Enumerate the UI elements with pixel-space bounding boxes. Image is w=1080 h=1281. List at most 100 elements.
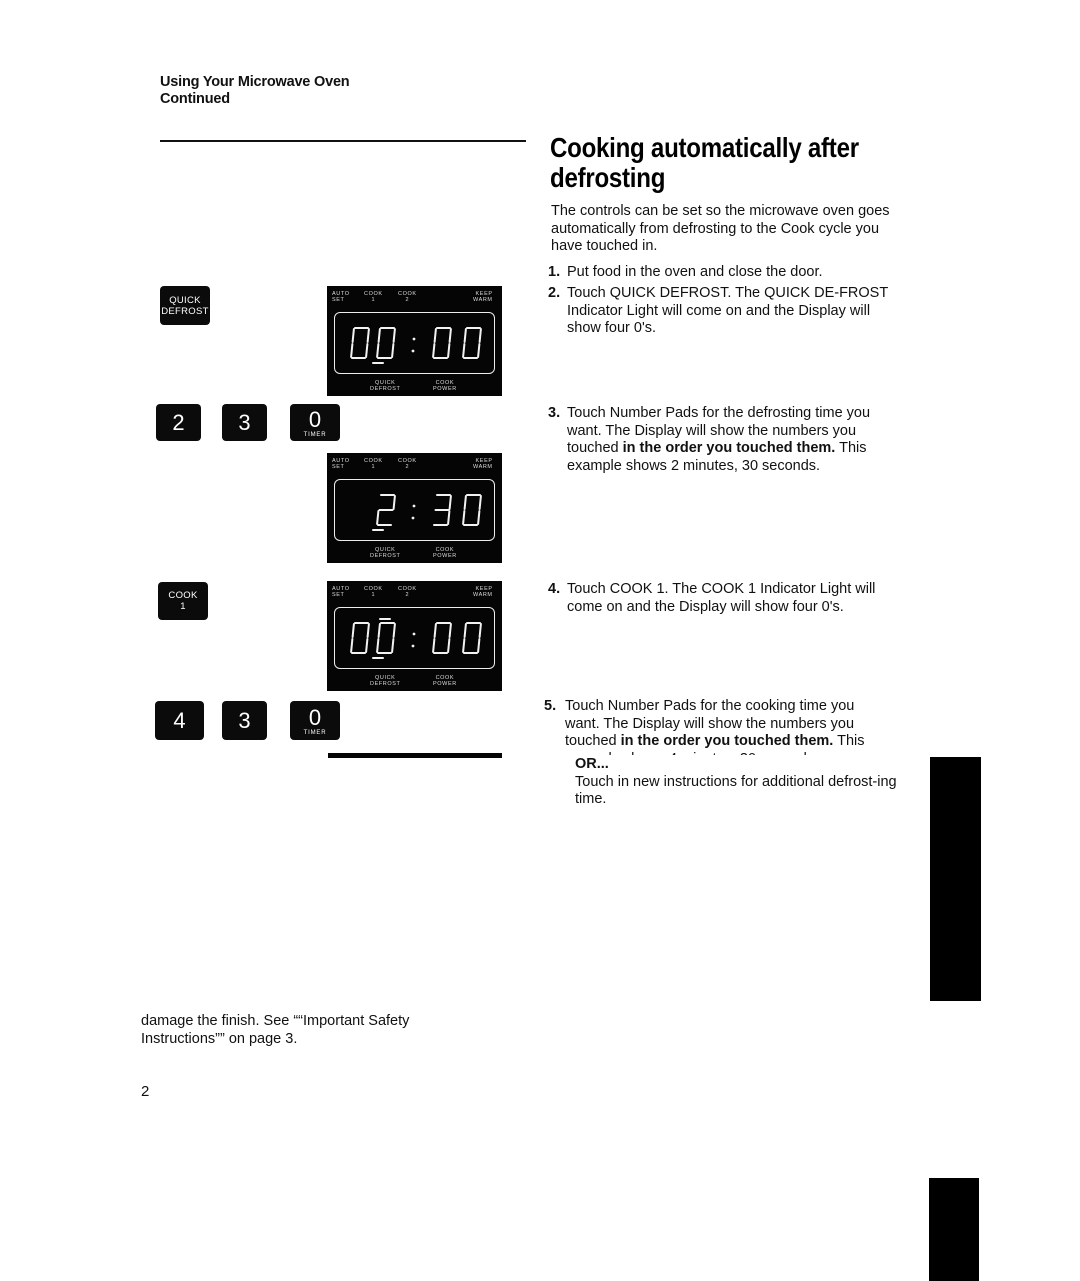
digit-segment — [462, 510, 466, 525]
or-label: OR... — [575, 756, 609, 772]
label-auto-set: AUTO SET — [332, 291, 350, 303]
number-pad-3[interactable]: 3 — [222, 404, 267, 441]
digit-segment — [432, 638, 436, 653]
timer-label: TIMER — [303, 729, 327, 736]
button-label-line1: COOK — [168, 590, 198, 601]
label-keep-warm: KEEP WARM — [473, 458, 493, 470]
button-label-line2: 1 — [180, 601, 186, 612]
digit-segment — [447, 343, 451, 358]
digit-segment — [377, 328, 381, 343]
digit-segment — [351, 623, 355, 638]
label-cook-2: COOK 2 — [398, 586, 417, 598]
step-number: 5. — [544, 698, 557, 714]
digit-segment — [477, 343, 481, 358]
digit-segment — [376, 510, 380, 525]
section-header: Using Your Microwave Oven Continued — [160, 74, 350, 108]
section-subtitle: Continued — [160, 91, 230, 107]
label-quick-defrost: QUICK DEFROST — [370, 547, 401, 559]
step-text: Touch COOK 1. The COOK 1 Indicator Light… — [567, 581, 876, 615]
digit-segment — [350, 343, 354, 358]
digit-segment — [462, 343, 466, 358]
display-readout — [343, 488, 488, 532]
digit-segment — [433, 623, 437, 638]
digit-segment — [377, 623, 381, 638]
label-cook-1: COOK 1 — [364, 586, 383, 598]
display-window — [334, 607, 495, 669]
number-pad-4[interactable]: 4 — [155, 701, 204, 740]
digit-segment — [366, 623, 370, 638]
digit-segment — [478, 495, 482, 510]
step-1: 1. Put food in the oven and close the do… — [548, 264, 893, 282]
label-auto-set: AUTO SET — [332, 458, 350, 470]
colon-dot — [411, 644, 415, 648]
button-label-line1: QUICK — [169, 294, 201, 306]
number-pad-2[interactable]: 2 — [156, 404, 201, 441]
section-title: Using Your Microwave Oven — [160, 74, 350, 90]
step-5: 5. Touch Number Pads for the cooking tim… — [544, 698, 889, 755]
display-readout — [343, 321, 488, 365]
label-cook-power: COOK POWER — [433, 380, 457, 392]
digit-segment — [432, 343, 436, 358]
colon-dot — [412, 632, 416, 636]
digit-segment — [477, 638, 481, 653]
step-number: 2. — [548, 285, 561, 301]
label-quick-defrost: QUICK DEFROST — [370, 380, 401, 392]
digit-segment — [365, 343, 369, 358]
digit-segment — [391, 343, 395, 358]
digit-segment — [433, 328, 437, 343]
display-window — [334, 312, 495, 374]
number-pad-3[interactable]: 3 — [222, 701, 267, 740]
quick-defrost-button[interactable]: QUICK DEFROST — [160, 286, 210, 325]
digit-segment — [478, 623, 482, 638]
number-pad-0-timer[interactable]: 0 TIMER — [290, 404, 340, 441]
cook-1-button[interactable]: COOK 1 — [158, 582, 208, 620]
or-text: Touch in new instructions for additional… — [575, 773, 897, 808]
digit-segment — [463, 623, 467, 638]
step-text: Touch Number Pads for the cooking time y… — [565, 698, 889, 755]
header-rule — [160, 140, 526, 142]
thumb-tab-mark — [930, 757, 981, 1001]
page-title: Cooking automatically after defrosting — [550, 132, 859, 193]
colon-dot — [411, 516, 415, 520]
button-label-line2: DEFROST — [161, 305, 209, 317]
label-cook-power: COOK POWER — [433, 547, 457, 559]
digit-segment — [463, 328, 467, 343]
pad-digit: 2 — [172, 409, 185, 435]
label-cook-2: COOK 2 — [398, 458, 417, 470]
label-cook-2: COOK 2 — [398, 291, 417, 303]
display-panel: AUTO SET COOK 1 COOK 2 KEEP WARM QUICK DEFROST COO… — [327, 286, 502, 396]
step-number: 3. — [548, 405, 561, 421]
thumb-tab-mark — [929, 1178, 979, 1281]
pad-digit: 3 — [238, 409, 251, 435]
timer-label: TIMER — [303, 431, 327, 438]
digit-segment — [477, 510, 481, 525]
page-number: 2 — [141, 1083, 150, 1100]
digit-segment — [478, 328, 482, 343]
digit-segment — [376, 638, 380, 653]
pad-digit: 4 — [173, 707, 186, 733]
digit-segment — [351, 328, 355, 343]
or-block: OR... Touch in new instructions for addi… — [575, 756, 905, 809]
step-4: 4. Touch COOK 1. The COOK 1 Indicator Li… — [548, 581, 893, 616]
digit-segment — [448, 495, 452, 510]
label-auto-set: AUTO SET — [332, 586, 350, 598]
pad-digit: 0 — [308, 704, 322, 730]
step-2: 2. Touch QUICK DEFROST. The QUICK DE-FRO… — [548, 285, 893, 338]
display-panel: AUTO SET COOK 1 COOK 2 KEEP WARM QUICK DEFROST COO… — [327, 453, 502, 563]
label-keep-warm: KEEP WARM — [473, 291, 493, 303]
step-text: Touch QUICK DEFROST. The QUICK DE-FROST … — [567, 285, 888, 336]
footer-note: damage the finish. See ““Important Safet… — [141, 1013, 410, 1047]
digit-segment — [392, 623, 396, 638]
label-cook-power: COOK POWER — [433, 675, 457, 687]
step-text-emphasis: in the order you touched them. — [622, 440, 836, 456]
pad-digit: 0 — [308, 406, 322, 432]
step-text: Touch Number Pads for the defrosting tim… — [567, 405, 893, 475]
intro-paragraph: The controls can be set so the microwave… — [551, 203, 890, 254]
label-cook-1: COOK 1 — [364, 458, 383, 470]
label-cook-1: COOK 1 — [364, 291, 383, 303]
digit-segment — [463, 495, 467, 510]
number-pad-0-timer[interactable]: 0 TIMER — [290, 701, 340, 740]
digit-segment — [366, 328, 370, 343]
step-number: 1. — [548, 264, 561, 280]
digit-segment — [448, 623, 452, 638]
